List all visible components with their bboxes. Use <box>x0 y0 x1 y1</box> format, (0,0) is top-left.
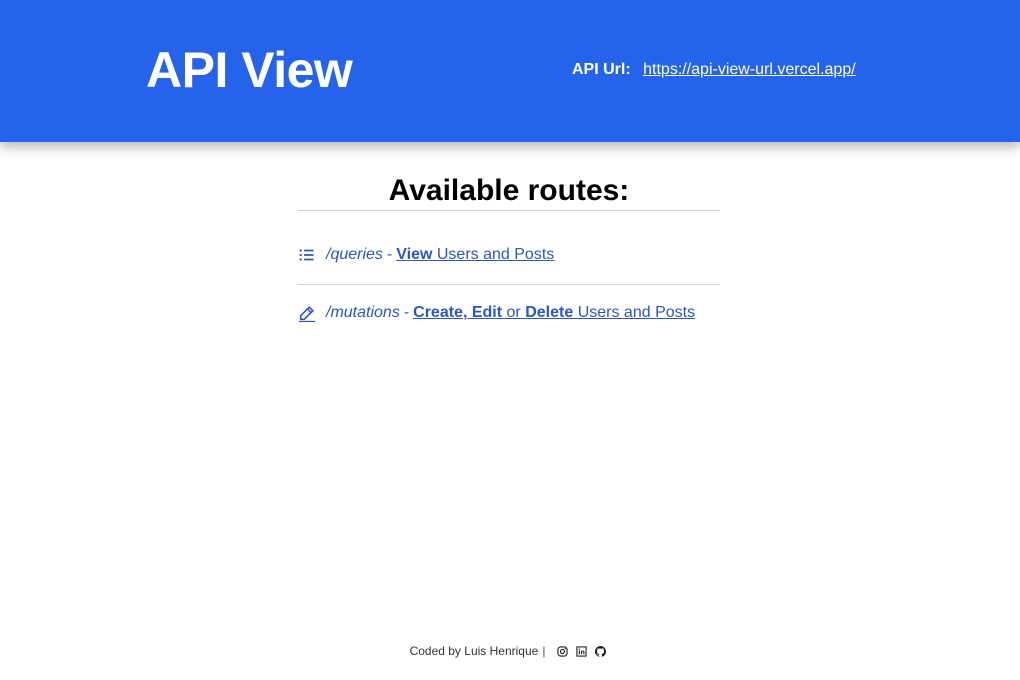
app-title: API View <box>146 42 353 98</box>
delete-link-text: Delete <box>525 304 574 321</box>
footer: Coded by Luis Henrique | <box>0 642 1020 660</box>
route-path-mutations: /mutations <box>326 304 400 321</box>
mutations-link-rest: Users and Posts <box>577 304 696 321</box>
linkedin-link[interactable] <box>572 645 591 657</box>
queries-link[interactable]: View Users and Posts <box>396 245 554 265</box>
instagram-icon <box>557 645 569 657</box>
or-text: or <box>506 304 521 321</box>
footer-divider: | <box>542 644 546 658</box>
create-link-text: Create <box>413 304 463 321</box>
route-item-mutations: /mutations - Create, Edit or Delete User… <box>298 285 720 341</box>
routes-heading: Available routes: <box>298 172 720 211</box>
route-separator: - <box>403 304 410 321</box>
top-header: API View API Url: https://api-view-url.v… <box>0 0 1020 142</box>
route-item-queries: /queries - View Users and Posts <box>298 211 720 285</box>
api-url-label: API Url: <box>572 61 631 78</box>
github-icon <box>595 645 607 657</box>
view-link-text: View <box>396 246 433 263</box>
route-path-queries: /queries <box>326 246 383 263</box>
edit-link-text: Edit <box>471 304 503 321</box>
github-link[interactable] <box>591 645 610 657</box>
linkedin-icon <box>576 645 588 657</box>
instagram-link[interactable] <box>553 645 572 657</box>
route-separator: - <box>386 246 393 263</box>
list-icon <box>299 249 314 261</box>
routes-section: Available routes: /queries - View Users … <box>298 172 720 341</box>
queries-link-rest: Users and Posts <box>436 246 555 263</box>
comma-text: , <box>462 304 468 321</box>
footer-credit: Coded by Luis Henrique <box>409 644 539 658</box>
mutations-link[interactable]: Create, Edit or Delete Users and Posts <box>413 303 695 323</box>
api-url-link[interactable]: https://api-view-url.vercel.app/ <box>643 61 856 78</box>
api-url-block: API Url: https://api-view-url.vercel.app… <box>572 60 856 80</box>
pencil-icon <box>298 306 316 322</box>
